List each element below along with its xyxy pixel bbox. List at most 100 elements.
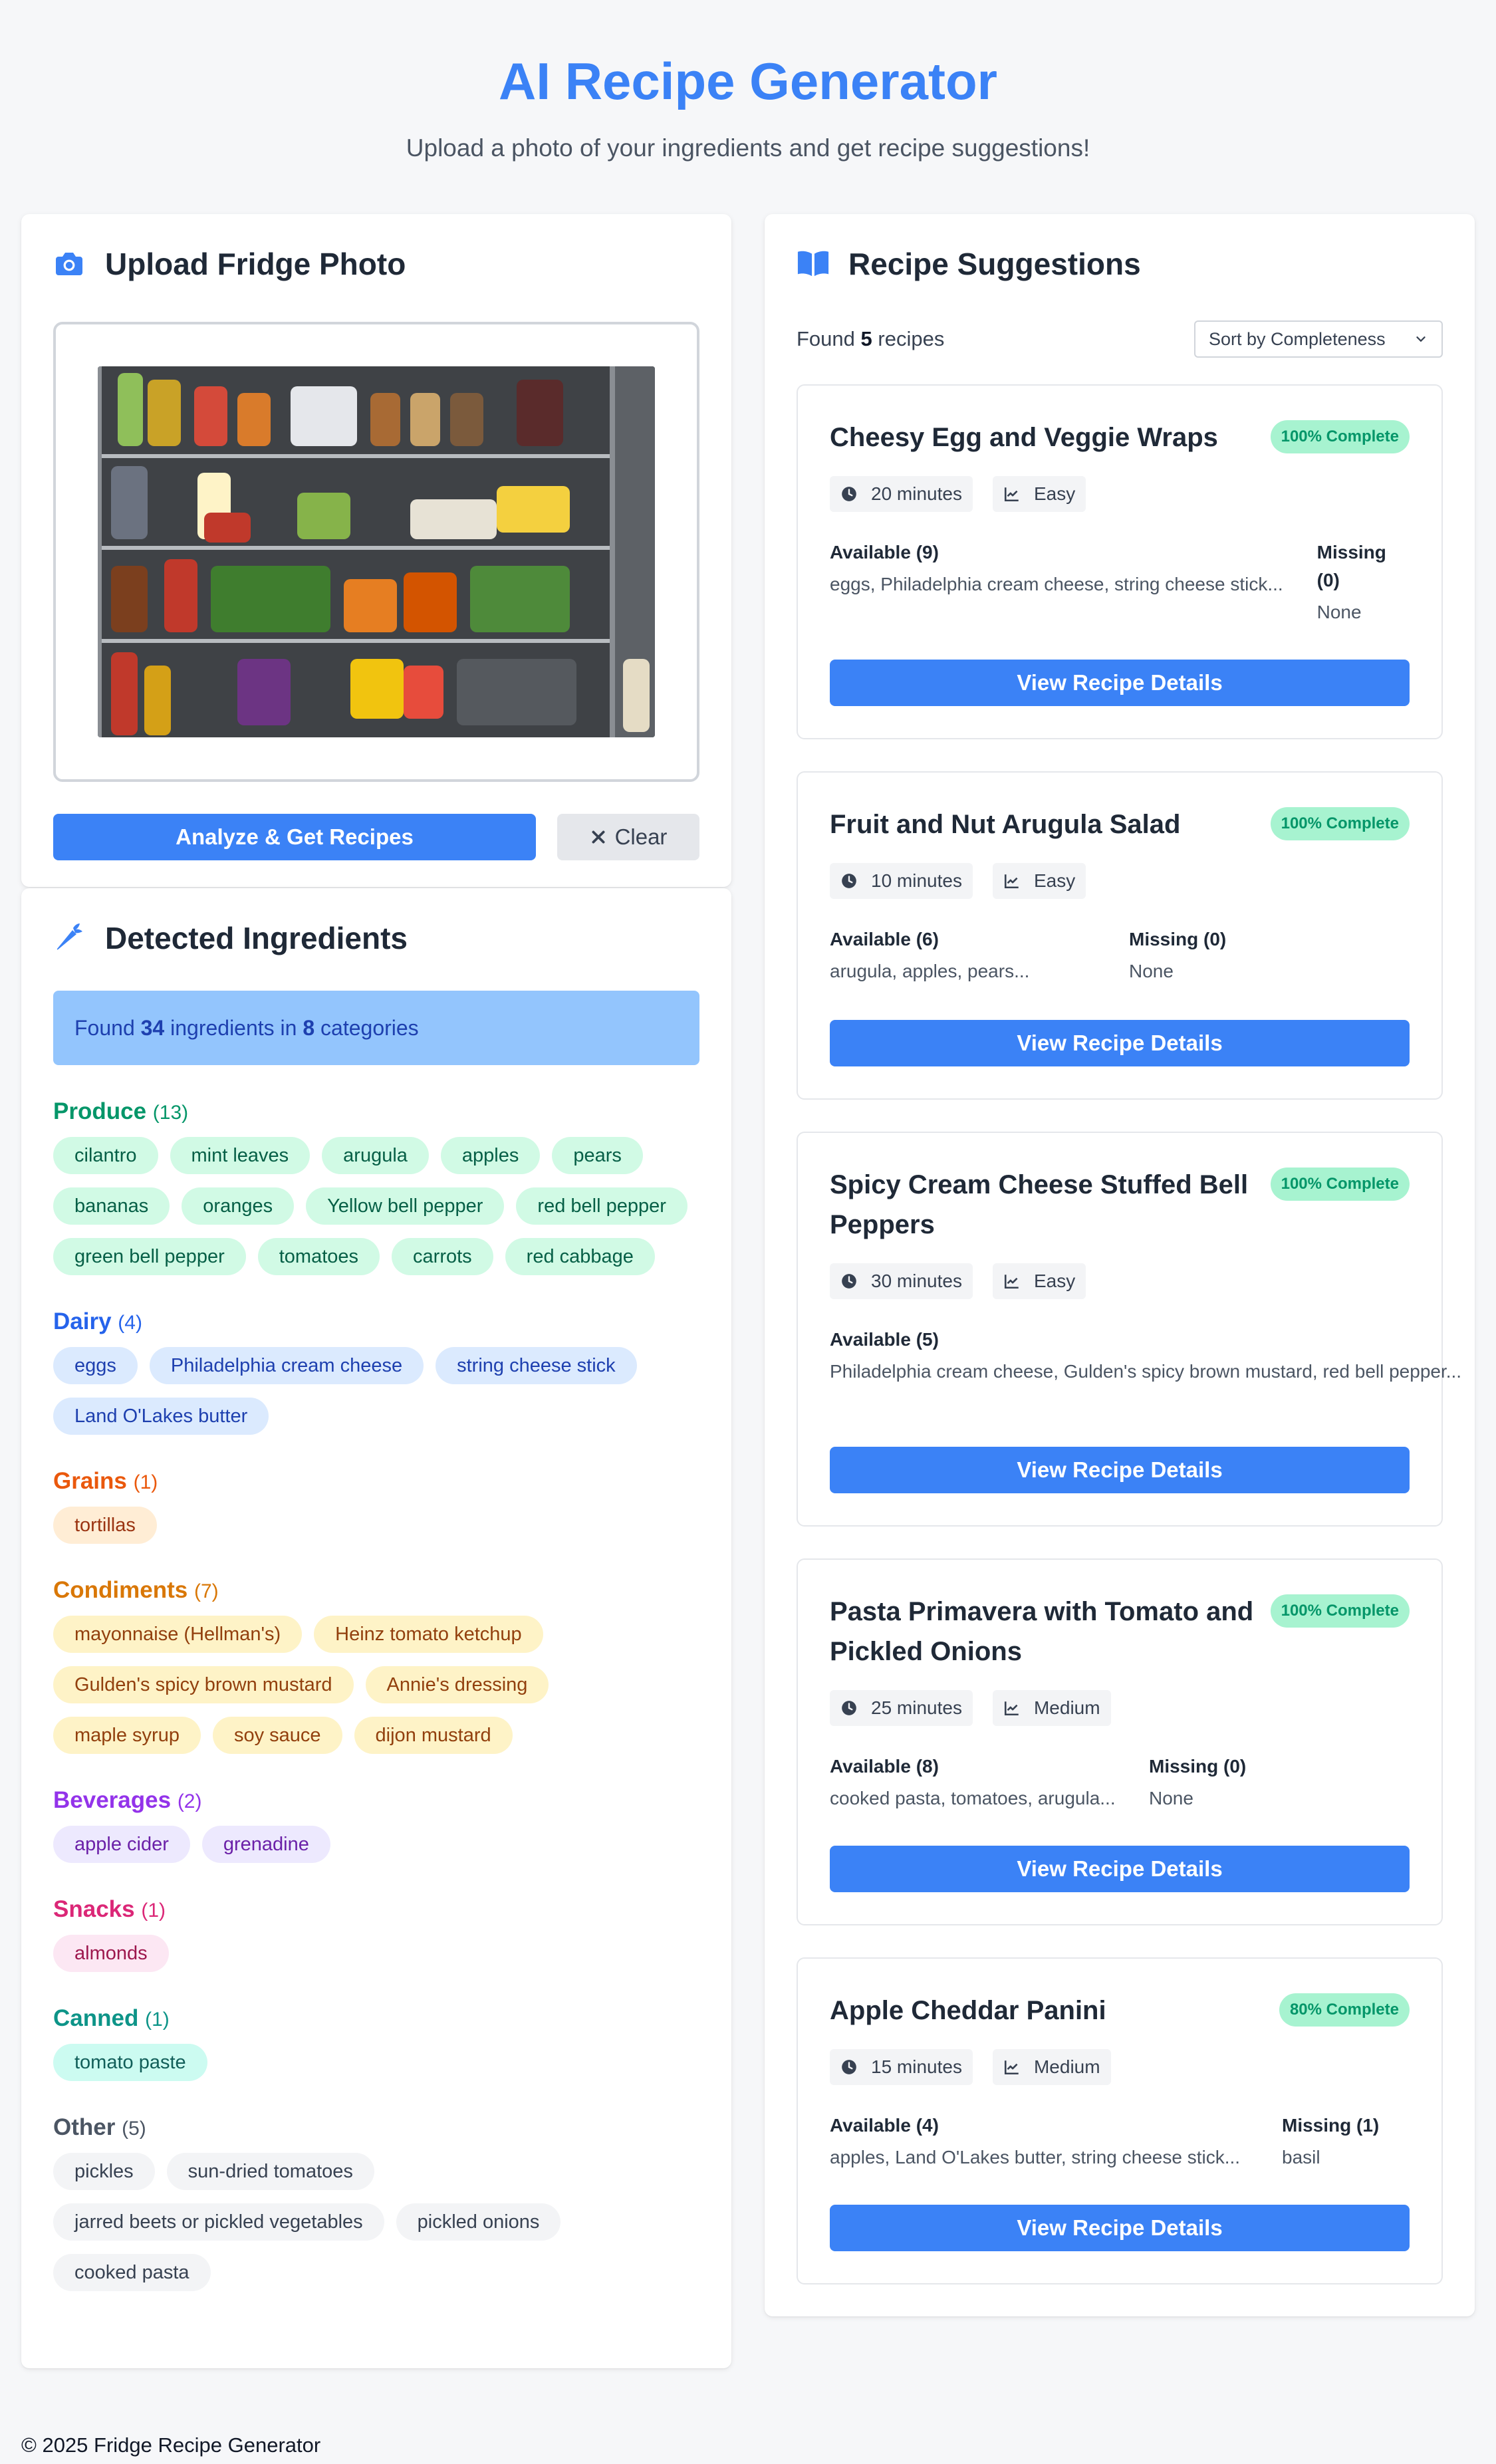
category-produce: Produce (13) cilantro mint leaves arugula ap… <box>53 1098 699 1275</box>
footer: © 2025 Fridge Recipe Generator <box>21 2433 321 2457</box>
missing-label: Missing (0) <box>1149 1756 1247 1777</box>
clock-icon <box>840 485 864 503</box>
upload-title-text: Upload Fridge Photo <box>105 247 406 281</box>
ingredients-availability: Available (5) Philadelphia cream cheese, … <box>830 1326 1461 1386</box>
photo-dropzone[interactable] <box>53 322 699 782</box>
view-recipe-button[interactable]: View Recipe Details <box>830 1846 1410 1892</box>
recipe-name: Pasta Primavera with Tomato and Pickled … <box>830 1597 1254 1666</box>
available-label: Available (8) <box>830 1756 939 1777</box>
category-count: (1) <box>145 2009 170 2031</box>
category-title: Dairy (4) <box>53 1308 699 1335</box>
ingredient-chip: red cabbage <box>505 1238 655 1275</box>
upload-panel: Upload Fridge Photo Analyze & Get Recipe… <box>21 214 731 887</box>
ingredient-chip: tomato paste <box>53 2044 207 2081</box>
recipes-title-text: Recipe Suggestions <box>848 247 1141 281</box>
view-recipe-button[interactable]: View Recipe Details <box>830 1447 1410 1493</box>
available-list: Philadelphia cream cheese, Gulden's spic… <box>830 1361 1462 1382</box>
available-label: Available (9) <box>830 542 939 562</box>
ingredient-chip: oranges <box>182 1187 295 1225</box>
time-pill: 30 minutes <box>830 1263 973 1299</box>
ingredient-chip: cilantro <box>53 1137 158 1174</box>
view-recipe-button[interactable]: View Recipe Details <box>830 2205 1410 2251</box>
available-list: apples, Land O'Lakes butter, string chee… <box>830 2147 1241 2167</box>
recipe-header: Pasta Primavera with Tomato and Pickled … <box>830 1592 1410 1671</box>
ingredient-chip: string cheese stick <box>436 1347 637 1384</box>
time-pill: 25 minutes <box>830 1690 973 1726</box>
ingredients-title-text: Detected Ingredients <box>105 921 408 955</box>
camera-icon <box>53 247 86 281</box>
recipe-name: Fruit and Nut Arugula Salad <box>830 810 1181 839</box>
ingredient-chip: pickled onions <box>396 2203 561 2241</box>
ingredient-chip: carrots <box>392 1238 493 1275</box>
analyze-button[interactable]: Analyze & Get Recipes <box>53 814 536 860</box>
ingredient-chip: soy sauce <box>212 1717 342 1754</box>
ingredient-chip-list: cilantro mint leaves arugula apples pears ban… <box>53 1137 699 1275</box>
time-text: 10 minutes <box>871 870 962 891</box>
recipe-card: Pasta Primavera with Tomato and Pickled … <box>797 1558 1443 1925</box>
difficulty-pill: Medium <box>992 2049 1111 2085</box>
category-grains: Grains (1) tortillas <box>53 1468 699 1544</box>
recipes-count: Found 5 recipes <box>797 327 944 351</box>
ingredient-chip: Philadelphia cream cheese <box>149 1347 424 1384</box>
difficulty-pill: Easy <box>992 476 1086 512</box>
clock-icon <box>840 1273 864 1290</box>
category-name: Canned <box>53 2005 139 2031</box>
category-snacks: Snacks (1) almonds <box>53 1896 699 1972</box>
category-condiments: Condiments (7) mayonnaise (Hellman's) Hein… <box>53 1577 699 1754</box>
ingredient-chip: tomatoes <box>257 1238 380 1275</box>
clear-button[interactable]: Clear <box>557 814 699 860</box>
close-icon <box>590 828 607 846</box>
ingredients-availability: Available (9) eggs, Philadelphia cream ch… <box>830 539 1410 626</box>
recipes-count-value: 5 <box>860 327 872 350</box>
ingredient-chip-list: tomato paste <box>53 2044 699 2081</box>
available-list: cooked pasta, tomatoes, arugula... <box>830 1788 1116 1808</box>
recipe-name: Cheesy Egg and Veggie Wraps <box>830 423 1218 452</box>
category-count: (2) <box>177 1790 202 1812</box>
ingredient-chip: maple syrup <box>53 1717 201 1754</box>
sort-select[interactable]: Sort by Completeness <box>1194 320 1443 358</box>
page-subtitle: Upload a photo of your ingredients and g… <box>406 134 1090 162</box>
clock-icon <box>840 872 864 890</box>
category-title: Produce (13) <box>53 1098 699 1125</box>
fridge-photo <box>98 366 655 737</box>
missing-list: basil <box>1282 2147 1320 2167</box>
ingredient-chip: dijon mustard <box>354 1717 513 1754</box>
page-title: AI Recipe Generator <box>499 52 997 110</box>
ingredient-chip: almonds <box>53 1935 169 1972</box>
category-count: (5) <box>122 2118 146 2140</box>
available-column: Available (5) Philadelphia cream cheese, … <box>830 1326 1461 1386</box>
summary-suffix: categories <box>320 1015 419 1040</box>
recipe-header: Apple Cheddar Panini 80% Complete <box>830 1991 1410 2031</box>
book-open-icon <box>797 247 830 281</box>
available-column: Available (8) cooked pasta, tomatoes, aru… <box>830 1753 1149 1812</box>
ingredient-chip: pears <box>552 1137 643 1174</box>
difficulty-text: Easy <box>1033 483 1076 504</box>
recipe-card: Cheesy Egg and Veggie Wraps 100% Complete… <box>797 384 1443 739</box>
category-title: Other (5) <box>53 2114 699 2141</box>
ingredient-chip-list: mayonnaise (Hellman's) Heinz tomato ketch… <box>53 1616 699 1754</box>
ingredient-chip-list: almonds <box>53 1935 699 1972</box>
recipe-meta: 30 minutes Easy <box>830 1263 1410 1299</box>
recipes-title: Recipe Suggestions <box>797 246 1443 282</box>
difficulty-text: Medium <box>1033 2056 1100 2077</box>
view-recipe-button[interactable]: View Recipe Details <box>830 1020 1410 1066</box>
upload-title: Upload Fridge Photo <box>53 246 699 282</box>
time-pill: 10 minutes <box>830 863 973 899</box>
category-title: Snacks (1) <box>53 1896 699 1923</box>
category-canned: Canned (1) tomato paste <box>53 2005 699 2081</box>
ingredient-chip: grenadine <box>201 1826 330 1863</box>
clock-icon <box>840 2058 864 2076</box>
ingredients-summary: Found 34 ingredients in 8 categories <box>53 991 699 1065</box>
ingredient-chip-list: eggs Philadelphia cream cheese string chee… <box>53 1347 699 1435</box>
chart-line-icon <box>1003 485 1027 503</box>
completeness-badge: 100% Complete <box>1270 1594 1410 1628</box>
category-name: Other <box>53 2114 116 2140</box>
page-header: AI Recipe Generator Upload a photo of yo… <box>0 0 1496 162</box>
view-recipe-button[interactable]: View Recipe Details <box>830 660 1410 706</box>
ingredients-availability: Available (4) apples, Land O'Lakes butter… <box>830 2112 1410 2171</box>
summary-prefix: Found <box>74 1015 135 1040</box>
completeness-badge: 100% Complete <box>1270 1168 1410 1201</box>
category-title: Condiments (7) <box>53 1577 699 1604</box>
category-title: Canned (1) <box>53 2005 699 2032</box>
ingredients-panel: Detected Ingredients Found 34 ingredient… <box>21 888 731 2368</box>
